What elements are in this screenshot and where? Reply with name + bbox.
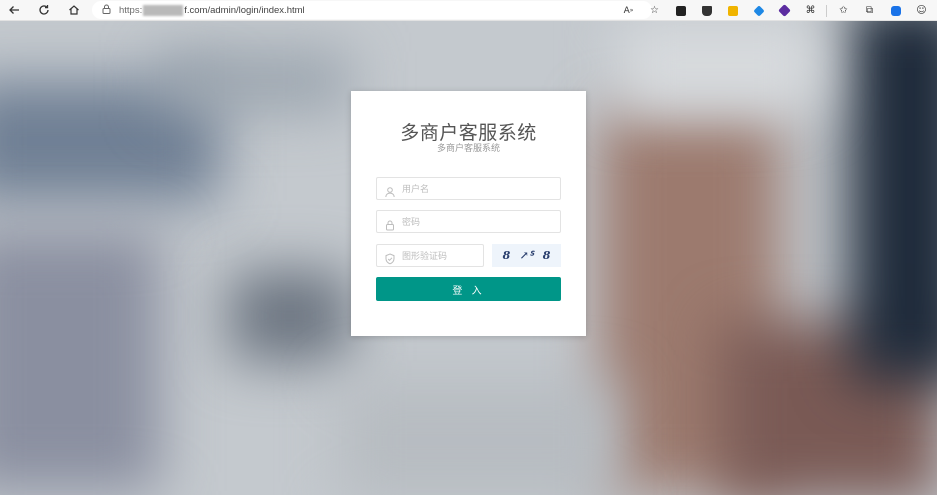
shield-check-icon: [384, 250, 396, 264]
login-card: 多商户客服系统 多商户客服系统 用户名 密码 图形验证码 8 ↗ᔆ 8 登 入: [351, 91, 586, 336]
favorites-icon[interactable]: ✩: [834, 0, 853, 21]
lock-icon: [384, 216, 396, 230]
edge-extension-icon[interactable]: [886, 0, 905, 21]
username-field[interactable]: 用户名: [376, 177, 561, 200]
extension-bird-icon[interactable]: [749, 0, 768, 21]
back-icon[interactable]: [3, 0, 25, 21]
user-icon: [384, 183, 396, 197]
refresh-icon[interactable]: [33, 0, 55, 21]
extension-folder-icon[interactable]: [723, 0, 742, 21]
url-redacted: [143, 4, 184, 16]
home-icon[interactable]: [63, 0, 85, 21]
login-button[interactable]: 登 入: [376, 277, 561, 301]
url-prefix: https:: [119, 4, 143, 16]
captcha-placeholder: 图形验证码: [402, 252, 448, 262]
read-aloud-icon[interactable]: A»: [619, 0, 638, 21]
address-bar[interactable]: https: f.com/admin/login/index.html: [92, 1, 652, 19]
url-suffix: f.com/admin/login/index.html: [184, 4, 305, 16]
captcha-field[interactable]: 图形验证码: [376, 244, 484, 267]
captcha-char: 8: [542, 249, 551, 262]
captcha-image[interactable]: 8 ↗ᔆ 8: [492, 244, 561, 267]
extension-1-icon[interactable]: [671, 0, 690, 21]
extension-2-icon[interactable]: [697, 0, 716, 21]
toolbar-divider: [826, 4, 827, 17]
username-placeholder: 用户名: [402, 185, 430, 195]
extension-puzzle-icon[interactable]: ⌘: [801, 0, 820, 21]
collections-icon[interactable]: ⧉: [860, 0, 879, 21]
page-subtitle: 多商户客服系统: [436, 144, 500, 154]
lock-icon: [102, 4, 111, 17]
captcha-char: ↗ᔆ: [519, 249, 534, 262]
captcha-char: 8: [502, 249, 511, 262]
browser-toolbar: https: f.com/admin/login/index.html A» ☆…: [0, 0, 937, 21]
password-field[interactable]: 密码: [376, 210, 561, 233]
favorite-add-icon[interactable]: ☆: [645, 0, 664, 21]
password-placeholder: 密码: [402, 218, 421, 228]
extension-purple-icon[interactable]: [775, 0, 794, 21]
profile-icon[interactable]: ☺: [912, 0, 931, 21]
